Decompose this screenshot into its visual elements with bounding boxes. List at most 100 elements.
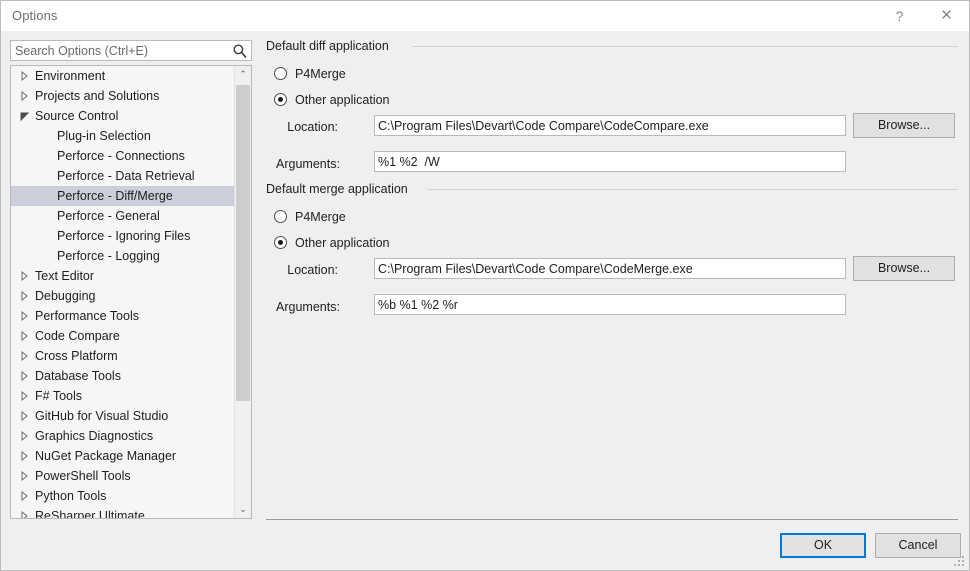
chevron-right-icon[interactable] xyxy=(18,286,31,306)
tree-item-label: Performance Tools xyxy=(35,309,139,323)
radio-indicator xyxy=(274,67,287,80)
chevron-right-icon[interactable] xyxy=(18,326,31,346)
tree-item-label: Perforce - Ignoring Files xyxy=(57,229,191,243)
tree-item-label: Debugging xyxy=(35,289,96,303)
cancel-button[interactable]: Cancel xyxy=(875,533,961,558)
merge-location-label: Location: xyxy=(287,263,338,277)
tree-item[interactable]: Perforce - General xyxy=(11,206,235,226)
diff-group-title: Default diff application xyxy=(266,39,395,53)
radio-indicator xyxy=(274,236,287,249)
diff-radio-p4merge-label: P4Merge xyxy=(295,67,346,81)
chevron-right-icon[interactable] xyxy=(18,506,31,519)
tree-item-label: Database Tools xyxy=(35,369,121,383)
tree-item-label: Perforce - Diff/Merge xyxy=(57,189,173,203)
tree-item-label: Perforce - General xyxy=(57,209,160,223)
merge-group-rule xyxy=(427,189,958,190)
chevron-right-icon[interactable] xyxy=(18,386,31,406)
help-icon[interactable]: ? xyxy=(877,1,922,31)
tree-item-label: GitHub for Visual Studio xyxy=(35,409,169,423)
tree-item-label: PowerShell Tools xyxy=(35,469,131,483)
search-icon xyxy=(233,44,247,58)
chevron-right-icon[interactable] xyxy=(18,86,31,106)
tree-item[interactable]: Debugging xyxy=(11,286,235,306)
tree-item[interactable]: Perforce - Ignoring Files xyxy=(11,226,235,246)
chevron-right-icon[interactable] xyxy=(18,266,31,286)
tree-item[interactable]: ReSharper Ultimate xyxy=(11,506,235,519)
tree-item[interactable]: Perforce - Logging xyxy=(11,246,235,266)
tree-item[interactable]: PowerShell Tools xyxy=(11,466,235,486)
tree-item[interactable]: Perforce - Diff/Merge xyxy=(11,186,235,206)
diff-location-input[interactable] xyxy=(374,115,846,136)
merge-location-input[interactable] xyxy=(374,258,846,279)
tree-item[interactable]: Plug-in Selection xyxy=(11,126,235,146)
ok-button[interactable]: OK xyxy=(780,533,866,558)
tree-item[interactable]: NuGet Package Manager xyxy=(11,446,235,466)
tree-scrollbar[interactable]: ⌃ ⌄ xyxy=(234,66,251,518)
tree-item[interactable]: Code Compare xyxy=(11,326,235,346)
tree-item[interactable]: Graphics Diagnostics xyxy=(11,426,235,446)
tree-item-label: Perforce - Data Retrieval xyxy=(57,169,195,183)
search-box[interactable] xyxy=(10,40,252,61)
chevron-down-icon[interactable] xyxy=(18,106,31,126)
chevron-right-icon[interactable] xyxy=(18,406,31,426)
scrollbar-thumb[interactable] xyxy=(236,85,250,401)
tree-item-label: Cross Platform xyxy=(35,349,118,363)
diff-location-label: Location: xyxy=(287,120,338,134)
chevron-right-icon[interactable] xyxy=(18,66,31,86)
merge-arguments-label: Arguments: xyxy=(276,300,340,314)
radio-indicator xyxy=(274,93,287,106)
tree-item[interactable]: Cross Platform xyxy=(11,346,235,366)
scroll-up-icon[interactable]: ⌃ xyxy=(235,66,251,83)
tree-item-label: Plug-in Selection xyxy=(57,129,151,143)
options-tree[interactable]: Environment Projects and Solutions Source … xyxy=(10,65,252,519)
diff-arguments-input[interactable] xyxy=(374,151,846,172)
chevron-right-icon[interactable] xyxy=(18,306,31,326)
tree-item-label: Code Compare xyxy=(35,329,120,343)
chevron-right-icon[interactable] xyxy=(18,466,31,486)
scroll-down-icon[interactable]: ⌄ xyxy=(235,501,251,518)
chevron-right-icon[interactable] xyxy=(18,366,31,386)
window-title: Options xyxy=(12,8,58,23)
radio-indicator xyxy=(274,210,287,223)
tree-item[interactable]: Environment xyxy=(11,66,235,86)
tree-item[interactable]: Performance Tools xyxy=(11,306,235,326)
tree-item[interactable]: Text Editor xyxy=(11,266,235,286)
tree-item-label: Graphics Diagnostics xyxy=(35,429,154,443)
tree-item[interactable]: Source Control xyxy=(11,106,235,126)
resize-grip-icon[interactable] xyxy=(954,556,966,568)
diff-arguments-label: Arguments: xyxy=(276,157,340,171)
chevron-right-icon[interactable] xyxy=(18,486,31,506)
footer-separator xyxy=(266,519,958,520)
tree-item[interactable]: GitHub for Visual Studio xyxy=(11,406,235,426)
tree-item-label: Projects and Solutions xyxy=(35,89,160,103)
tree-item-label: ReSharper Ultimate xyxy=(35,509,145,519)
tree-item-label: Text Editor xyxy=(35,269,95,283)
tree-item[interactable]: F# Tools xyxy=(11,386,235,406)
tree-item[interactable]: Database Tools xyxy=(11,366,235,386)
tree-item[interactable]: Projects and Solutions xyxy=(11,86,235,106)
chevron-right-icon[interactable] xyxy=(18,346,31,366)
close-icon[interactable]: ✕ xyxy=(924,1,969,31)
merge-arguments-input[interactable] xyxy=(374,294,846,315)
merge-group-title: Default merge application xyxy=(266,182,414,196)
tree-item-label: Python Tools xyxy=(35,489,107,503)
diff-group-rule xyxy=(412,46,958,47)
options-dialog: Options ? ✕ Environment Projects and Solu… xyxy=(0,0,970,571)
search-input[interactable] xyxy=(11,41,230,60)
tree-item-label: Environment xyxy=(35,69,106,83)
tree-item[interactable]: Python Tools xyxy=(11,486,235,506)
chevron-right-icon[interactable] xyxy=(18,426,31,446)
merge-radio-p4merge-label: P4Merge xyxy=(295,210,346,224)
chevron-right-icon[interactable] xyxy=(18,446,31,466)
tree-item[interactable]: Perforce - Connections xyxy=(11,146,235,166)
settings-pane: Default diff application P4Merge Other a… xyxy=(266,37,958,517)
tree-item[interactable]: Perforce - Data Retrieval xyxy=(11,166,235,186)
merge-radio-other-label: Other application xyxy=(295,236,390,250)
tree-list: Environment Projects and Solutions Source … xyxy=(11,66,235,519)
merge-browse-button[interactable]: Browse... xyxy=(853,256,955,281)
diff-browse-button[interactable]: Browse... xyxy=(853,113,955,138)
tree-item-label: Perforce - Connections xyxy=(57,149,185,163)
diff-radio-other-label: Other application xyxy=(295,93,390,107)
tree-item-label: NuGet Package Manager xyxy=(35,449,177,463)
tree-item-label: F# Tools xyxy=(35,389,83,403)
